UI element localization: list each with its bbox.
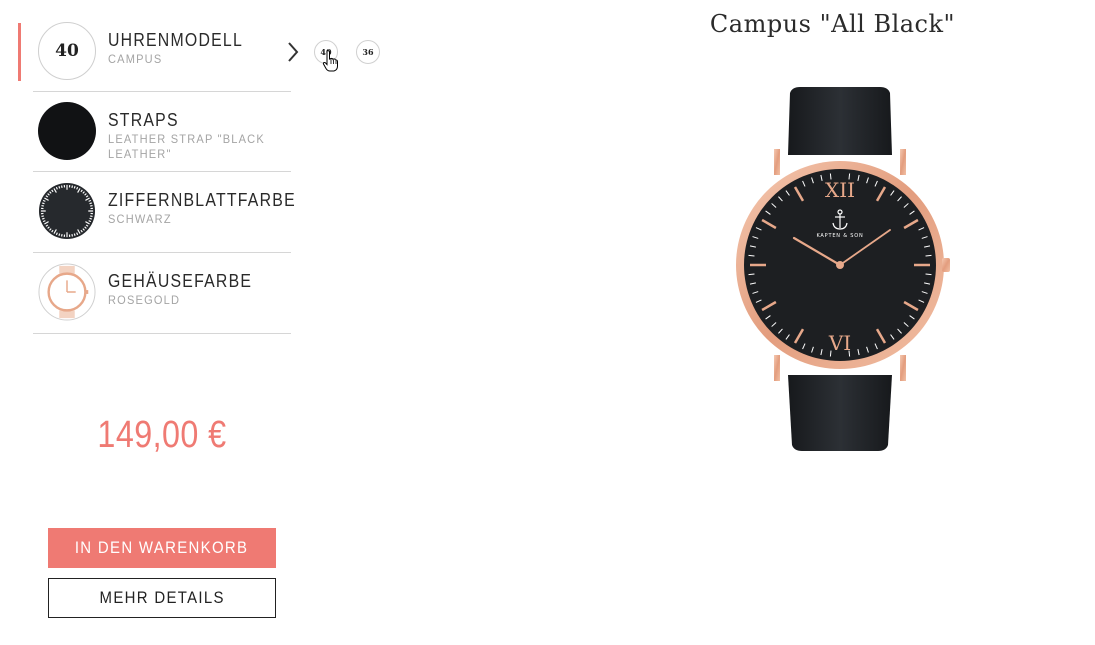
config-row-subtitle: ROSEGOLD — [108, 293, 181, 307]
strap-swatch — [38, 102, 96, 160]
config-row-text: ZIFFERNBLATTFARBE SCHWARZ — [108, 190, 308, 227]
add-to-cart-label: IN DEN WARENKORB — [75, 538, 249, 557]
chevron-right-icon[interactable] — [286, 40, 300, 64]
product-title: Campus "All Black" — [709, 10, 956, 38]
config-row-subtitle: LEATHER STRAP "BLACK LEATHER" — [108, 132, 265, 161]
size-option-36[interactable]: 36 — [356, 40, 380, 64]
watch-illustration: XII VI KAPTEN & SON — [736, 87, 950, 451]
model-size-thumb: 40 — [38, 22, 96, 80]
config-row-text: GEHÄUSEFARBE ROSEGOLD — [108, 271, 308, 308]
config-row-subtitle: SCHWARZ — [108, 212, 172, 226]
size-option-label: 36 — [362, 47, 374, 57]
lower-strap — [788, 375, 892, 451]
config-row-model[interactable]: 40 UHRENMODELL CAMPUS — [18, 20, 291, 92]
configurator-list: 40 UHRENMODELL CAMPUS STRAPS LEATHER STR… — [18, 20, 295, 334]
config-row-title: STRAPS — [108, 110, 179, 130]
more-details-button[interactable]: MEHR DETAILS — [48, 578, 276, 618]
config-row-title: GEHÄUSEFARBE — [108, 271, 253, 291]
config-row-straps[interactable]: STRAPS LEATHER STRAP "BLACK LEATHER" — [33, 92, 291, 172]
config-row-case-color[interactable]: GEHÄUSEFARBE ROSEGOLD — [33, 253, 291, 334]
more-details-label: MEHR DETAILS — [99, 588, 225, 607]
config-row-text: UHRENMODELL CAMPUS — [108, 30, 308, 67]
upper-strap — [788, 87, 892, 155]
active-indicator — [18, 23, 21, 81]
config-row-dial-color[interactable]: ZIFFERNBLATTFARBE SCHWARZ — [33, 172, 295, 253]
price: 149,00 € — [97, 414, 227, 456]
config-row-title: ZIFFERNBLATTFARBE — [108, 190, 296, 210]
config-row-title: UHRENMODELL — [108, 30, 244, 50]
numeral-bottom: VI — [828, 331, 851, 355]
add-to-cart-button[interactable]: IN DEN WARENKORB — [48, 528, 276, 568]
config-row-text: STRAPS LEATHER STRAP "BLACK LEATHER" — [108, 110, 308, 162]
numeral-top: XII — [825, 178, 855, 202]
product-image: XII VI KAPTEN & SON — [730, 85, 950, 460]
watch-crown — [942, 258, 950, 272]
case-swatch-icon — [38, 263, 96, 321]
hand-pointer-icon — [322, 50, 338, 72]
model-size-value: 40 — [55, 41, 79, 61]
dial-swatch-icon — [38, 182, 96, 240]
dial-brand: KAPTEN & SON — [816, 233, 863, 239]
config-row-subtitle: CAMPUS — [108, 52, 163, 66]
